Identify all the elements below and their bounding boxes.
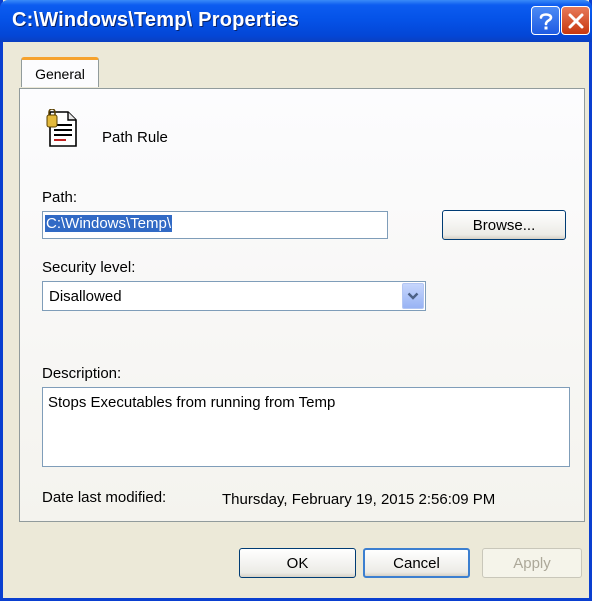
security-level-value: Disallowed	[49, 288, 122, 305]
browse-button[interactable]: Browse...	[442, 210, 566, 240]
question-icon	[539, 12, 552, 29]
date-modified-value: Thursday, February 19, 2015 2:56:09 PM	[222, 491, 496, 508]
security-level-label: Security level:	[42, 259, 136, 276]
path-value: C:\Windows\Temp\	[45, 215, 173, 232]
close-button[interactable]	[561, 6, 590, 35]
description-label: Description:	[42, 365, 122, 382]
security-level-select[interactable]: Disallowed	[42, 281, 426, 311]
path-input[interactable]: C:\Windows\Temp\	[42, 211, 388, 239]
path-label: Path:	[42, 189, 78, 206]
help-button[interactable]	[531, 6, 560, 35]
ok-button[interactable]: OK	[239, 548, 356, 578]
title-bar[interactable]: C:\Windows\Temp\ Properties	[0, 0, 592, 42]
description-textarea[interactable]: Stops Executables from running from Temp	[42, 387, 570, 467]
window-title: C:\Windows\Temp\ Properties	[12, 9, 300, 31]
general-panel: Path Rule Path: C:\Windows\Temp\ Browse.…	[19, 88, 585, 522]
apply-button[interactable]: Apply	[482, 548, 582, 578]
cancel-button[interactable]: Cancel	[363, 548, 470, 578]
tab-strip: General	[3, 42, 589, 90]
tab-general[interactable]: General	[21, 57, 99, 87]
close-x-icon	[568, 13, 583, 28]
date-modified-label: Date last modified:	[42, 489, 167, 506]
chevron-down-icon	[407, 292, 419, 300]
path-rule-icon	[46, 109, 77, 147]
properties-dialog: C:\Windows\Temp\ Properties General Path…	[0, 0, 592, 601]
rule-type-label: Path Rule	[102, 129, 168, 146]
dropdown-button[interactable]	[402, 283, 424, 309]
